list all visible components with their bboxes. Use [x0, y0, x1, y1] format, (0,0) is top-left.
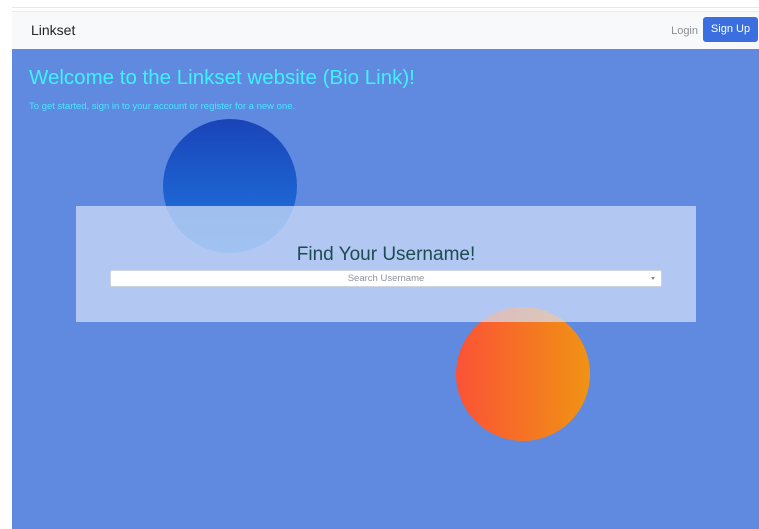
page: Linkset Login Sign Up Welcome to the Lin… [0, 0, 759, 529]
decorative-orange-circle [456, 307, 590, 441]
caret-down-icon [651, 277, 655, 280]
hero-subtitle: To get started, sign in to your account … [29, 101, 296, 112]
navbar: Linkset Login Sign Up [12, 11, 759, 49]
username-search-select[interactable]: Search Username [110, 270, 662, 287]
search-card: Find Your Username! Search Username [76, 206, 696, 322]
hero-section: Welcome to the Linkset website (Bio Link… [12, 49, 759, 529]
top-divider [12, 7, 759, 8]
search-card-title: Find Your Username! [296, 244, 476, 265]
search-placeholder: Search Username [347, 273, 425, 284]
hero-title: Welcome to the Linkset website (Bio Link… [29, 66, 415, 89]
brand-logo[interactable]: Linkset [31, 22, 75, 38]
sign-up-button[interactable]: Sign Up [703, 17, 758, 42]
login-link[interactable]: Login [671, 24, 698, 38]
